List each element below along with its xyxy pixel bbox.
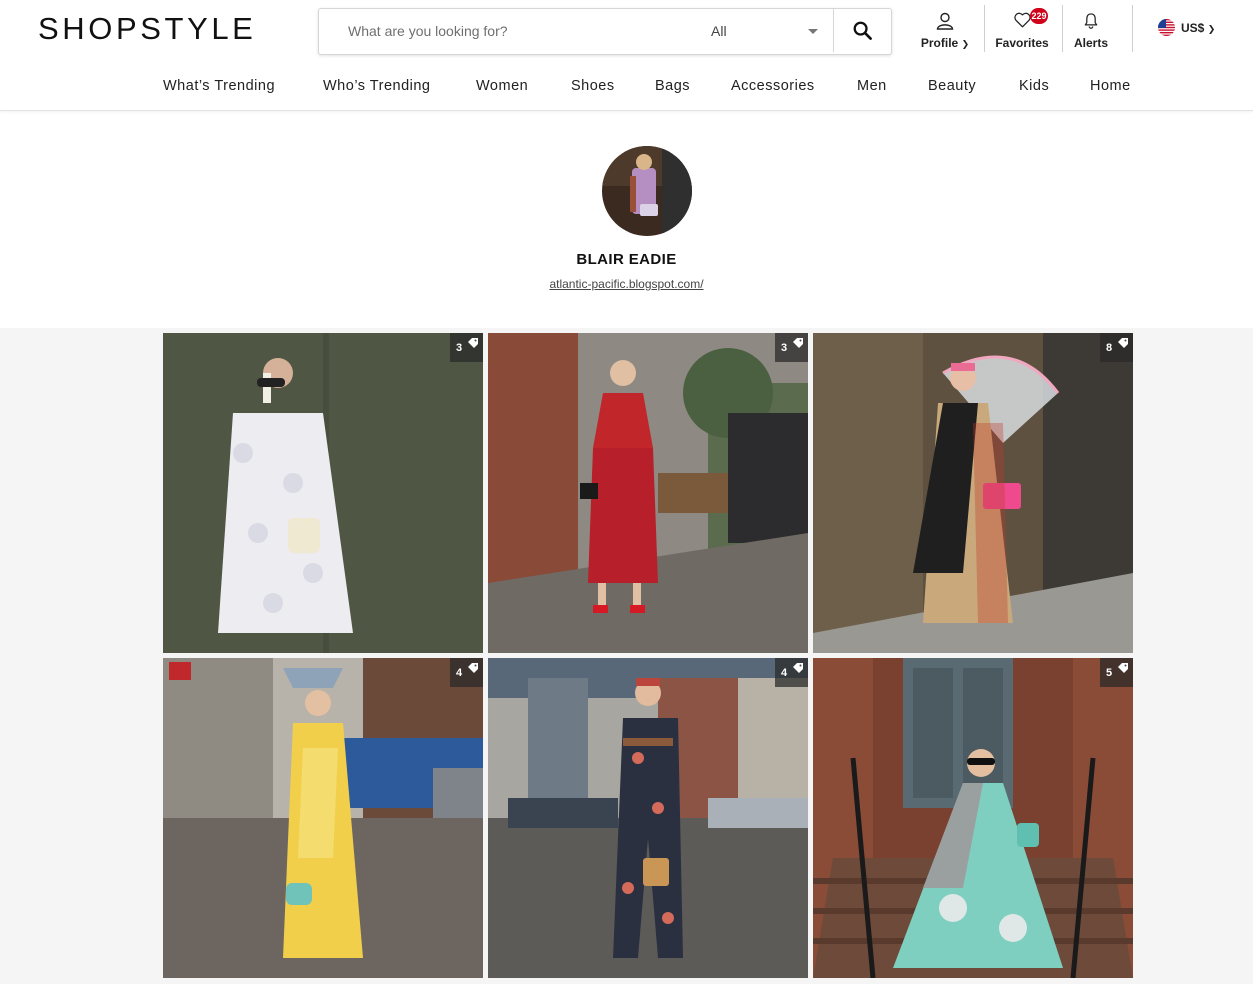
search-icon	[853, 21, 872, 40]
nav-item-shoes[interactable]: Shoes	[571, 78, 615, 94]
profile-website: atlantic-pacific.blogspot.com/	[0, 277, 1253, 291]
main-nav: What’s Trending Who’s Trending Women Sho…	[0, 72, 1253, 102]
look-tile[interactable]: 4	[163, 658, 483, 978]
nav-item-home[interactable]: Home	[1090, 78, 1131, 94]
divider	[1132, 5, 1133, 52]
profile-label: Profile ❯	[920, 36, 970, 50]
look-photo	[163, 658, 483, 978]
nav-item-women[interactable]: Women	[476, 78, 528, 94]
look-photo	[813, 333, 1133, 653]
profile-website-link[interactable]: atlantic-pacific.blogspot.com/	[549, 277, 703, 291]
user-icon	[936, 12, 954, 30]
site-header: SHOPSTYLE All Profile ❯ 229 Favorites	[0, 0, 1253, 111]
price-tag-icon	[1118, 338, 1128, 348]
bell-icon	[1084, 13, 1098, 29]
favorites-label: Favorites	[995, 36, 1049, 50]
alerts-link[interactable]: Alerts	[1066, 0, 1116, 56]
nav-item-men[interactable]: Men	[857, 78, 887, 94]
caret-down-icon	[808, 29, 818, 34]
nav-item-whats-trending[interactable]: What’s Trending	[163, 78, 275, 94]
alerts-label: Alerts	[1073, 36, 1108, 50]
favorites-count-badge: 229	[1030, 8, 1048, 24]
nav-item-whos-trending[interactable]: Who’s Trending	[323, 78, 430, 94]
look-photo	[488, 333, 808, 653]
us-flag-icon	[1158, 19, 1175, 36]
item-count-badge: 8	[1100, 333, 1133, 362]
item-count: 3	[781, 342, 788, 354]
divider	[984, 5, 985, 52]
search-category-value: All	[711, 23, 727, 39]
search-category-select[interactable]: All	[711, 9, 833, 52]
look-tile[interactable]: 4	[488, 658, 808, 978]
shopstyle-logo[interactable]: SHOPSTYLE	[38, 11, 256, 47]
look-photo	[488, 658, 808, 978]
item-count: 8	[1106, 342, 1113, 354]
favorites-link[interactable]: 229 Favorites	[990, 0, 1054, 56]
look-photo	[163, 333, 483, 653]
look-photo	[813, 658, 1133, 978]
item-count-badge: 5	[1100, 658, 1133, 687]
item-count: 3	[456, 342, 463, 354]
nav-item-beauty[interactable]: Beauty	[928, 78, 976, 94]
item-count: 4	[456, 667, 463, 679]
look-tile[interactable]: 5	[813, 658, 1133, 978]
item-count-badge: 3	[450, 333, 483, 362]
look-tile[interactable]: 3	[163, 333, 483, 653]
avatar[interactable]	[602, 146, 692, 236]
looks-gallery: 3 3 8 4 4 5	[0, 328, 1253, 984]
search-bar: All	[318, 8, 892, 55]
currency-label: US$ ❯	[1181, 21, 1216, 35]
price-tag-icon	[1118, 663, 1128, 673]
price-tag-icon	[793, 663, 803, 673]
nav-item-bags[interactable]: Bags	[655, 78, 690, 94]
heart-icon	[1014, 12, 1031, 28]
search-button[interactable]	[833, 9, 891, 52]
item-count-badge: 4	[775, 658, 808, 687]
price-tag-icon	[468, 663, 478, 673]
profile-name: BLAIR EADIE	[576, 251, 677, 268]
nav-item-accessories[interactable]: Accessories	[731, 78, 815, 94]
price-tag-icon	[793, 338, 803, 348]
profile-menu[interactable]: Profile ❯	[912, 0, 978, 56]
item-count: 4	[781, 667, 788, 679]
nav-item-kids[interactable]: Kids	[1019, 78, 1049, 94]
chevron-down-icon: ❯	[1207, 24, 1216, 34]
price-tag-icon	[468, 338, 478, 348]
divider	[1062, 5, 1063, 52]
chevron-down-icon: ❯	[961, 39, 970, 49]
item-count-badge: 3	[775, 333, 808, 362]
look-tile[interactable]: 3	[488, 333, 808, 653]
item-count: 5	[1106, 667, 1113, 679]
look-tile[interactable]: 8	[813, 333, 1133, 653]
item-count-badge: 4	[450, 658, 483, 687]
search-input[interactable]	[319, 9, 728, 52]
